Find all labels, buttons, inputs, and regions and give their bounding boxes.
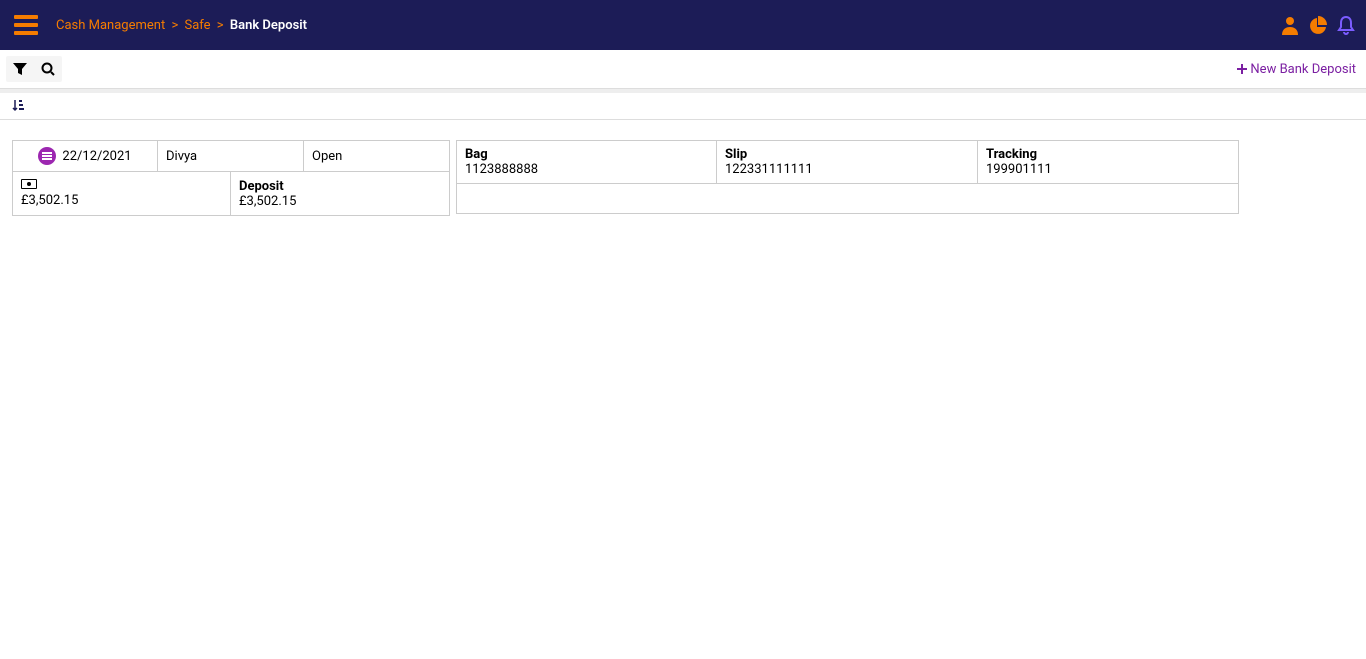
sort-icon[interactable] [12,99,26,113]
new-bank-deposit-button[interactable]: New Bank Deposit [1236,62,1356,77]
deposit-date-cell: 22/12/2021 [12,140,158,172]
toolbar-left [6,56,62,82]
tracking-label: Tracking [986,147,1230,162]
breadcrumb-separator: > [171,18,178,33]
deposit-total-label: Deposit [239,179,441,194]
user-icon[interactable] [1280,15,1300,35]
cash-icon [21,179,37,189]
plus-icon [1236,63,1248,75]
tracking-value: 199901111 [986,162,1230,177]
slip-value: 122331111111 [725,162,969,177]
header-left: Cash Management > Safe > Bank Deposit [10,11,307,39]
deposit-detail-empty [456,184,1239,214]
deposit-user: Divya [166,149,295,164]
deposit-amount-cell: £3,502.15 [12,172,231,216]
bell-icon[interactable] [1336,15,1356,35]
deposit-detail-card[interactable]: Bag 1123888888 Slip 122331111111 Trackin… [456,140,1239,214]
deposit-total-value: £3,502.15 [239,194,441,209]
slip-label: Slip [725,147,969,162]
deposit-user-cell: Divya [158,140,304,172]
search-button[interactable] [34,56,62,82]
deposit-total-cell: Deposit £3,502.15 [231,172,450,216]
sort-bar [0,93,1366,120]
search-icon [41,62,55,76]
breadcrumb: Cash Management > Safe > Bank Deposit [56,18,307,33]
bag-value: 1123888888 [465,162,708,177]
menu-button[interactable] [10,11,42,39]
header-right [1280,15,1356,35]
filter-button[interactable] [6,56,34,82]
bag-label: Bag [465,147,708,162]
app-header: Cash Management > Safe > Bank Deposit [0,0,1366,50]
slip-cell: Slip 122331111111 [717,140,978,184]
breadcrumb-separator: > [217,18,224,33]
deposit-date: 22/12/2021 [62,149,131,164]
bag-cell: Bag 1123888888 [456,140,717,184]
deposit-amount: £3,502.15 [21,193,222,208]
deposit-status-cell: Open [304,140,450,172]
deposit-list: 22/12/2021 Divya Open £3,502.15 Deposit … [0,120,1366,236]
deposit-type-icon [38,147,56,165]
chart-pie-icon[interactable] [1308,15,1328,35]
breadcrumb-item-safe[interactable]: Safe [185,18,211,33]
toolbar: New Bank Deposit [0,50,1366,89]
filter-icon [13,62,27,76]
deposit-summary-card[interactable]: 22/12/2021 Divya Open £3,502.15 Deposit … [12,140,450,216]
breadcrumb-item-cash-management[interactable]: Cash Management [56,18,165,33]
deposit-status: Open [312,149,441,164]
tracking-cell: Tracking 199901111 [978,140,1239,184]
breadcrumb-current: Bank Deposit [230,18,307,33]
new-deposit-label: New Bank Deposit [1250,62,1356,77]
